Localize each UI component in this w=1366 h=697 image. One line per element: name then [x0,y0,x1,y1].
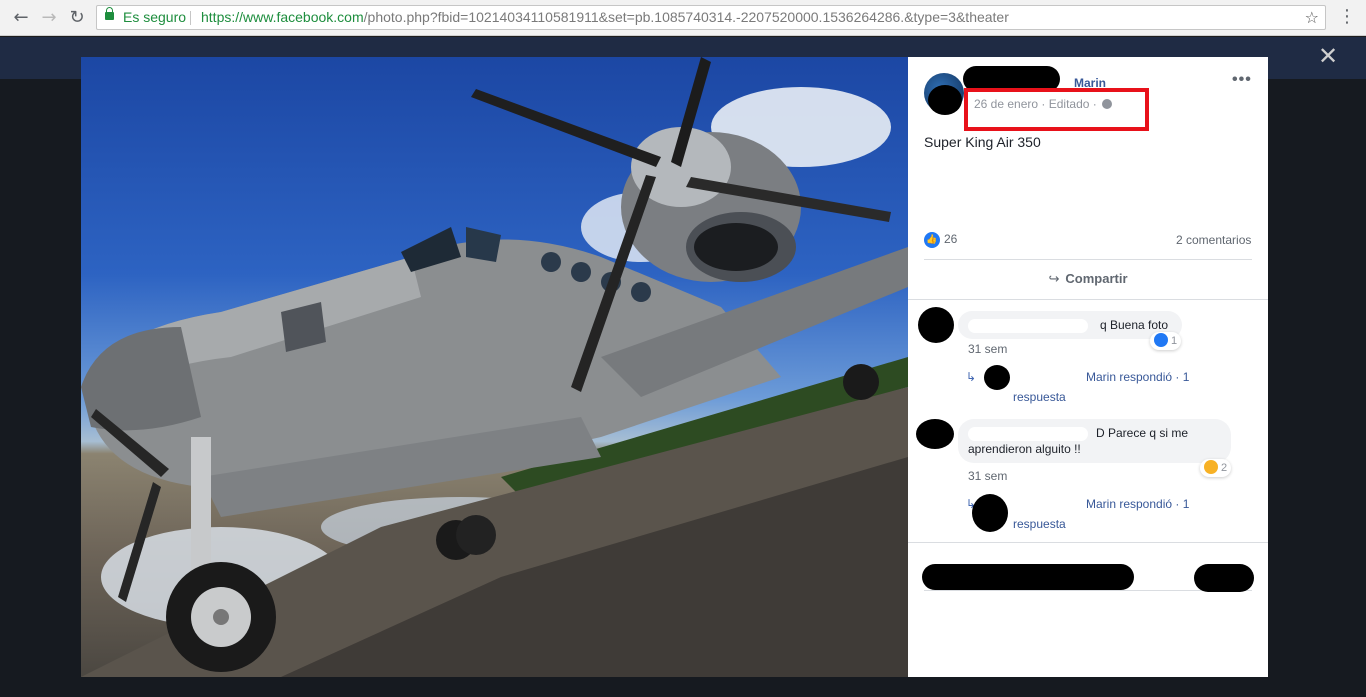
redacted-commenter-avatar [918,307,954,343]
laughing-emoji-icon [1204,460,1218,474]
reply-count: 1 [1182,370,1190,384]
airplane-image [81,57,908,677]
comment-bubble: q Buena foto [958,311,1182,339]
comment-time[interactable]: 31 sem [968,342,1007,356]
reaction-count: 2 [1221,462,1228,474]
comment-text: q Buena foto [1100,318,1169,332]
comment-reaction[interactable]: 2 [1200,459,1232,477]
reply-label[interactable]: respuesta [1013,517,1066,531]
redacted-avatar-mark [928,85,962,115]
redacted-composer-text [922,564,1134,590]
reply-author: Marin respondió [1086,370,1173,384]
secure-label: Es seguro [123,9,187,25]
redacted-commenter-name [968,426,1088,441]
comment-bubble: D Parece q si me aprendieron alguito !! [958,419,1231,463]
divider [908,299,1268,300]
divider [908,542,1268,543]
comment-time[interactable]: 31 sem [968,469,1007,483]
reply-separator: · [1175,497,1180,511]
close-icon[interactable]: ✕ [1318,42,1338,70]
reply-label[interactable]: respuesta [1013,390,1066,404]
post-side-panel: Marin ••• 26 de enero · Editado · Super … [908,57,1268,677]
share-icon: ↪ [1048,272,1060,287]
kebab-menu-icon[interactable]: ⋮ [1338,6,1356,27]
reply-link[interactable]: Marin respondió · 1 [1086,497,1189,511]
comment-text-line2: aprendieron alguito !! [968,442,1081,456]
share-button[interactable]: ↪ Compartir [908,260,1268,298]
url-text[interactable]: https://www.facebook.com/photo.php?fbid=… [201,6,1009,29]
more-options-icon[interactable]: ••• [1232,71,1252,89]
red-highlight-box [964,88,1149,131]
post-caption: Super King Air 350 [924,134,1041,150]
thumbs-up-icon: 👍 [924,232,940,248]
redacted-reply-avatar [972,494,1008,532]
post-photo[interactable] [81,57,908,677]
bookmark-star-icon[interactable]: ☆ [1305,6,1319,29]
redacted-composer-icons [1194,564,1254,592]
reply-link[interactable]: Marin respondió · 1 [1086,370,1189,384]
like-summary[interactable]: 👍 26 [924,232,957,248]
share-label: Compartir [1065,271,1128,286]
reply-arrow-icon: ↳ [966,370,977,384]
like-count: 26 [944,232,958,247]
reply-separator: · [1175,370,1180,384]
redacted-commenter-avatar [916,419,954,449]
back-arrow-icon[interactable]: ← [10,7,32,29]
comment-reaction[interactable]: 1 [1150,332,1182,350]
lock-icon [105,7,114,20]
forward-arrow-icon[interactable]: → [38,7,60,29]
reload-icon[interactable]: ↻ [66,7,88,29]
url-host: https://www.facebook.com [201,9,364,25]
thumbs-up-icon [1154,333,1168,347]
redacted-commenter-name [968,318,1088,333]
reaction-count: 1 [1171,335,1178,347]
comment-text-line1: D Parece q si me [1096,426,1189,440]
reply-author: Marin respondió [1086,497,1173,511]
url-path: /photo.php?fbid=10214034110581911&set=pb… [363,9,1009,25]
address-bar[interactable]: Es seguro https://www.facebook.com/photo… [96,5,1326,30]
comment-count[interactable]: 2 comentarios [1176,233,1251,247]
browser-toolbar: ← → ↻ Es seguro https://www.facebook.com… [0,0,1366,36]
redacted-reply-avatar [984,365,1010,390]
omnibox-divider [190,11,191,25]
reply-count: 1 [1182,497,1190,511]
